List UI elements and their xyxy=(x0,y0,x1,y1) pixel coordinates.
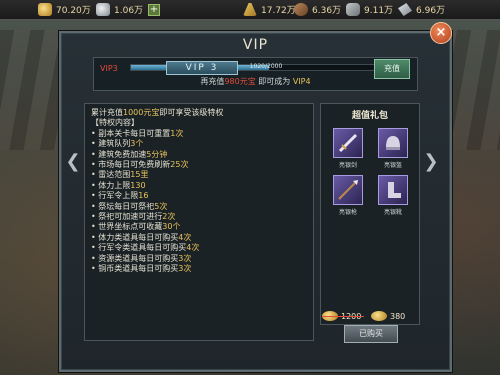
privilege-text: • 建筑队列 xyxy=(91,139,131,149)
silver-amount: 1.06万 xyxy=(114,6,144,16)
stone-resource: 9.11万 xyxy=(346,3,393,16)
gold-resource: 70.20万 xyxy=(38,3,91,16)
food-resource: 17.72万 xyxy=(243,3,296,16)
wood-amount: 6.36万 xyxy=(312,6,342,16)
dialog-title: VIP xyxy=(242,37,269,53)
privilege-text: • 建筑免费加速 xyxy=(91,149,147,159)
privilege-description: 累计充值1000元宝即可享受该级特权 【特权内容】 • 副本关卡每日可重置1次 •… xyxy=(84,103,314,341)
purchased-button[interactable]: 已购买 xyxy=(344,325,398,343)
gift-title: 超值礼包 xyxy=(351,111,388,121)
hint-amount: 980元宝 xyxy=(224,77,256,86)
vip-progress-box: VIP3 1020/2000 再充值980元宝 即可成为 VIP4 xyxy=(93,57,418,91)
sale-price: 380 xyxy=(371,310,405,322)
gift-item-name: 亮银枪 xyxy=(338,209,357,216)
privilege-item: • 行军令上限16 xyxy=(91,191,307,201)
privilege-value: 16 xyxy=(138,191,149,201)
boots-icon[interactable] xyxy=(378,175,408,205)
privilege-value: 15里 xyxy=(130,170,149,180)
hint-target: VIP4 xyxy=(292,77,311,86)
stone-icon xyxy=(346,3,360,16)
privilege-text: • 雷达范围 xyxy=(91,170,131,180)
privilege-value: 4次 xyxy=(178,232,192,242)
privilege-item: • 雷达范围15里 xyxy=(91,170,307,180)
privilege-item: • 世界坐标点可收藏30个 xyxy=(91,222,307,232)
stone-amount: 9.11万 xyxy=(364,6,394,16)
gift-item-name: 亮银盔 xyxy=(383,162,402,169)
privilege-value: 30个 xyxy=(162,222,181,232)
silver-ingot-icon xyxy=(96,3,110,16)
privilege-item: • 行军令类道具每日可购买4次 xyxy=(91,243,307,253)
privilege-text: • 副本关卡每日可重置 xyxy=(91,128,171,138)
vip-level-banner: VIP 3 xyxy=(166,61,238,75)
privilege-text: • 体力上限 xyxy=(91,180,131,190)
privilege-value: 4次 xyxy=(186,243,200,253)
privilege-item: • 体力类道具每日可购买4次 xyxy=(91,233,307,243)
privilege-item: • 资源类道具每日可购买3次 xyxy=(91,254,307,264)
privilege-value: 5次 xyxy=(154,201,168,211)
intro-prefix: 累计充值 xyxy=(91,108,123,117)
food-amount: 17.72万 xyxy=(261,6,296,16)
privilege-item: • 祭坛每日可祭祀5次 xyxy=(91,202,307,212)
gold-amount: 70.20万 xyxy=(56,6,91,16)
resource-bar: 70.20万 1.06万 + 17.72万 6.36万 9.11万 6.96万 xyxy=(0,0,500,20)
privilege-value: 25次 xyxy=(170,160,189,170)
privilege-list: • 副本关卡每日可重置1次 • 建筑队列3个 • 建筑免费加速5分钟 • 市场每日可免… xyxy=(91,129,307,275)
sale-price-value: 380 xyxy=(390,311,406,321)
spear-icon[interactable] xyxy=(333,175,363,205)
privilege-text: • 世界坐标点可收藏 xyxy=(91,222,163,232)
privilege-item: • 副本关卡每日可重置1次 xyxy=(91,129,307,139)
iron-resource: 6.96万 xyxy=(398,3,445,16)
iron-amount: 6.96万 xyxy=(416,6,446,16)
privilege-item: • 建筑队列3个 xyxy=(91,139,307,149)
gold-ingot-icon xyxy=(38,3,52,16)
gift-item-name: 亮银剑 xyxy=(338,162,357,169)
privilege-item: • 祭祀可加速可进行2次 xyxy=(91,212,307,222)
privilege-value: 3次 xyxy=(178,253,192,263)
next-level-arrow-icon[interactable]: ❯ xyxy=(422,153,440,171)
hint-suffix: 即可成为 xyxy=(258,77,291,86)
privilege-text: • 市场每日可免费刷新 xyxy=(91,160,171,170)
privilege-item: • 市场每日可免费刷新25次 xyxy=(91,160,307,170)
intro-suffix: 即可享受该级特权 xyxy=(159,108,224,117)
vip-upgrade-hint: 再充值980元宝 即可成为 VIP4 xyxy=(94,76,417,87)
add-currency-button[interactable]: + xyxy=(148,4,160,16)
privilege-item: • 铜币类道具每日可购买3次 xyxy=(91,264,307,274)
wheat-icon xyxy=(243,3,257,16)
silver-resource: 1.06万 xyxy=(96,3,143,16)
sword-icon[interactable] xyxy=(333,128,363,158)
privilege-section-header: 【特权内容】 xyxy=(91,118,139,128)
privilege-value: 2次 xyxy=(162,212,176,222)
privilege-text: • 铜币类道具每日可购买 xyxy=(91,264,179,274)
helmet-icon[interactable] xyxy=(378,128,408,158)
gift-item-name: 亮银靴 xyxy=(383,209,402,216)
current-vip-level: VIP3 xyxy=(100,64,118,73)
recharge-button[interactable]: 充值 xyxy=(374,59,410,79)
gold-coin-icon xyxy=(371,311,387,321)
privilege-value: 3个 xyxy=(130,139,144,149)
iron-icon xyxy=(398,3,412,16)
price-strikethrough xyxy=(322,316,364,317)
privilege-value: 1次 xyxy=(170,128,184,138)
privilege-text: • 资源类道具每日可购买 xyxy=(91,253,179,263)
privilege-value: 130 xyxy=(130,180,146,190)
privilege-text: • 体力类道具每日可购买 xyxy=(91,232,179,242)
wood-resource: 6.36万 xyxy=(294,3,341,16)
intro-amount: 1000元宝 xyxy=(123,108,160,117)
privilege-item: • 建筑免费加速5分钟 xyxy=(91,150,307,160)
prev-level-arrow-icon[interactable]: ❮ xyxy=(64,153,82,171)
privilege-value: 3次 xyxy=(178,264,192,274)
privilege-text: • 行军令上限 xyxy=(91,191,139,201)
privilege-text: • 祭祀可加速可进行 xyxy=(91,212,163,222)
privilege-intro: 累计充值1000元宝即可享受该级特权 xyxy=(91,108,307,118)
hint-prefix: 再充值 xyxy=(200,77,225,86)
privilege-text: • 祭坛每日可祭祀 xyxy=(91,201,155,211)
wood-icon xyxy=(294,3,308,16)
close-button[interactable]: × xyxy=(430,22,452,44)
privilege-value: 5分钟 xyxy=(146,149,168,159)
privilege-text: • 行军令类道具每日可购买 xyxy=(91,243,187,253)
privilege-item: • 体力上限130 xyxy=(91,181,307,191)
